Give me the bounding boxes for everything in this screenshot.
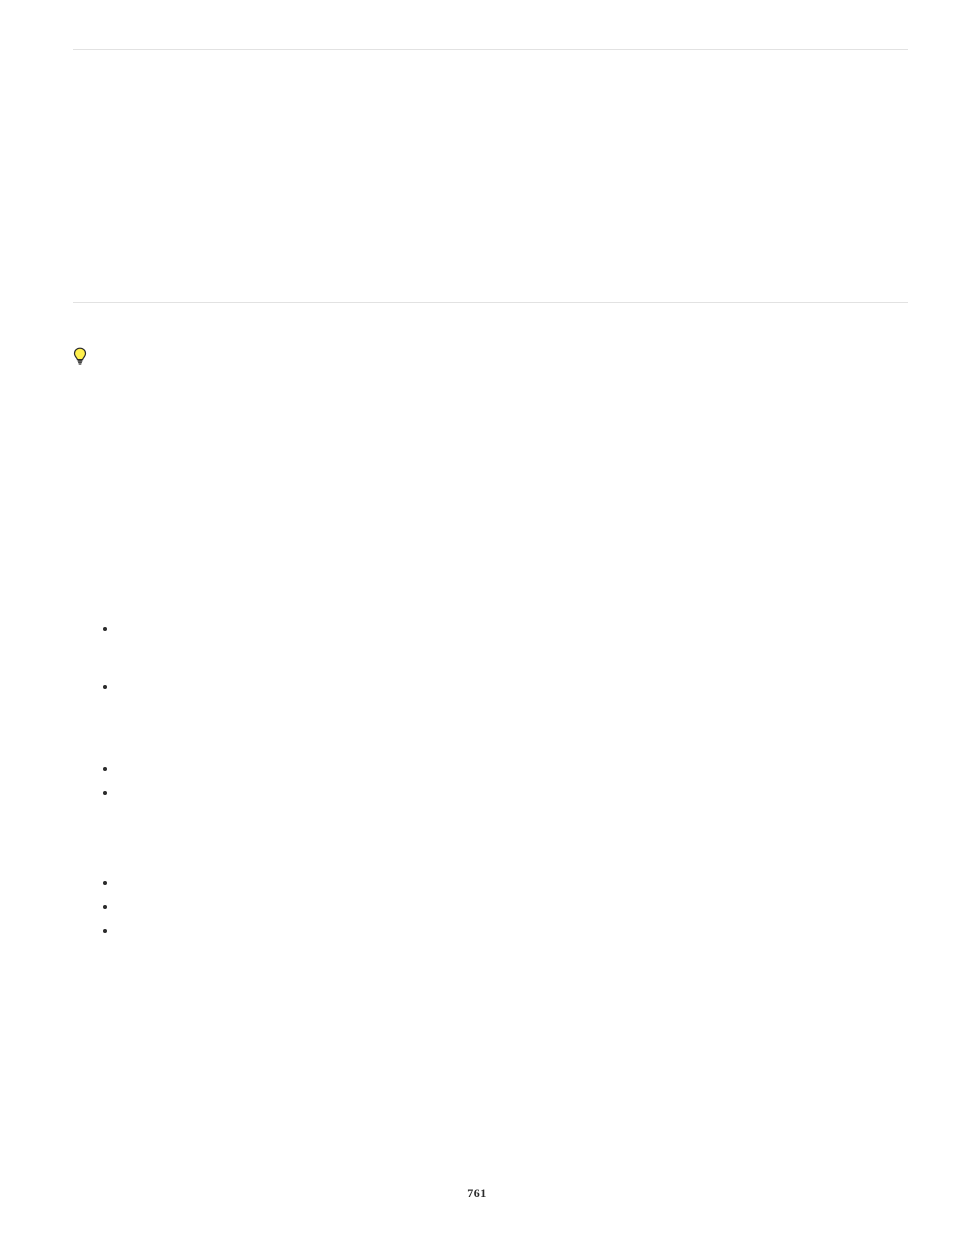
page: 761	[0, 0, 954, 1235]
horizontal-rule-mid	[73, 302, 908, 303]
bullet-list-1	[100, 620, 908, 804]
list-item	[100, 760, 908, 780]
page-number: 761	[0, 1186, 954, 1201]
list-item	[100, 922, 908, 942]
list-item	[100, 620, 908, 640]
bullet-list-2	[100, 874, 908, 946]
horizontal-rule-top	[73, 49, 908, 50]
list-item	[100, 874, 908, 894]
lightbulb-icon	[73, 347, 87, 365]
list-item	[100, 678, 908, 698]
list-item	[100, 784, 908, 804]
list-item	[100, 898, 908, 918]
